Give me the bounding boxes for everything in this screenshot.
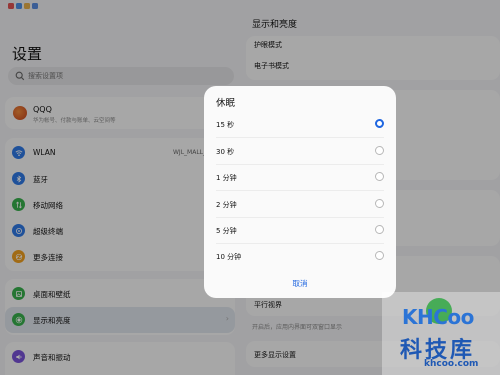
sleep-option[interactable]: 5 分钟 — [204, 218, 396, 244]
watermark-url: khcoo.com — [424, 359, 479, 369]
sleep-option[interactable]: 2 分钟 — [204, 192, 396, 218]
radio-selected-icon[interactable] — [375, 119, 384, 128]
option-label: 10 分钟 — [216, 253, 242, 261]
sleep-option[interactable]: 10 分钟 — [204, 244, 396, 270]
sleep-option[interactable]: 15 秒 — [204, 112, 396, 138]
sleep-option[interactable]: 30 秒 — [204, 139, 396, 165]
option-label: 5 分钟 — [216, 227, 237, 235]
divider — [216, 137, 384, 138]
watermark-logo: KHCoo — [402, 305, 474, 329]
radio-icon[interactable] — [375, 225, 384, 234]
option-label: 15 秒 — [216, 121, 235, 129]
radio-icon[interactable] — [375, 251, 384, 260]
divider — [216, 190, 384, 191]
radio-icon[interactable] — [375, 199, 384, 208]
sleep-dialog: 休眠 15 秒 30 秒 1 分钟 2 分钟 5 分钟 10 分钟 取消 — [204, 86, 396, 298]
dialog-title: 休眠 — [216, 98, 236, 109]
settings-screen: 设置 QQQ 华为帐号、付款与账单、云空间等 WLAN WJL_MALL_ — [0, 0, 500, 375]
sleep-option[interactable]: 1 分钟 — [204, 165, 396, 191]
option-label: 1 分钟 — [216, 174, 237, 182]
radio-icon[interactable] — [375, 172, 384, 181]
option-label: 2 分钟 — [216, 201, 237, 209]
cancel-button[interactable]: 取消 — [204, 278, 396, 289]
radio-icon[interactable] — [375, 146, 384, 155]
watermark: KHCoo 科技库 khcoo.com — [382, 292, 500, 375]
option-label: 30 秒 — [216, 148, 235, 156]
